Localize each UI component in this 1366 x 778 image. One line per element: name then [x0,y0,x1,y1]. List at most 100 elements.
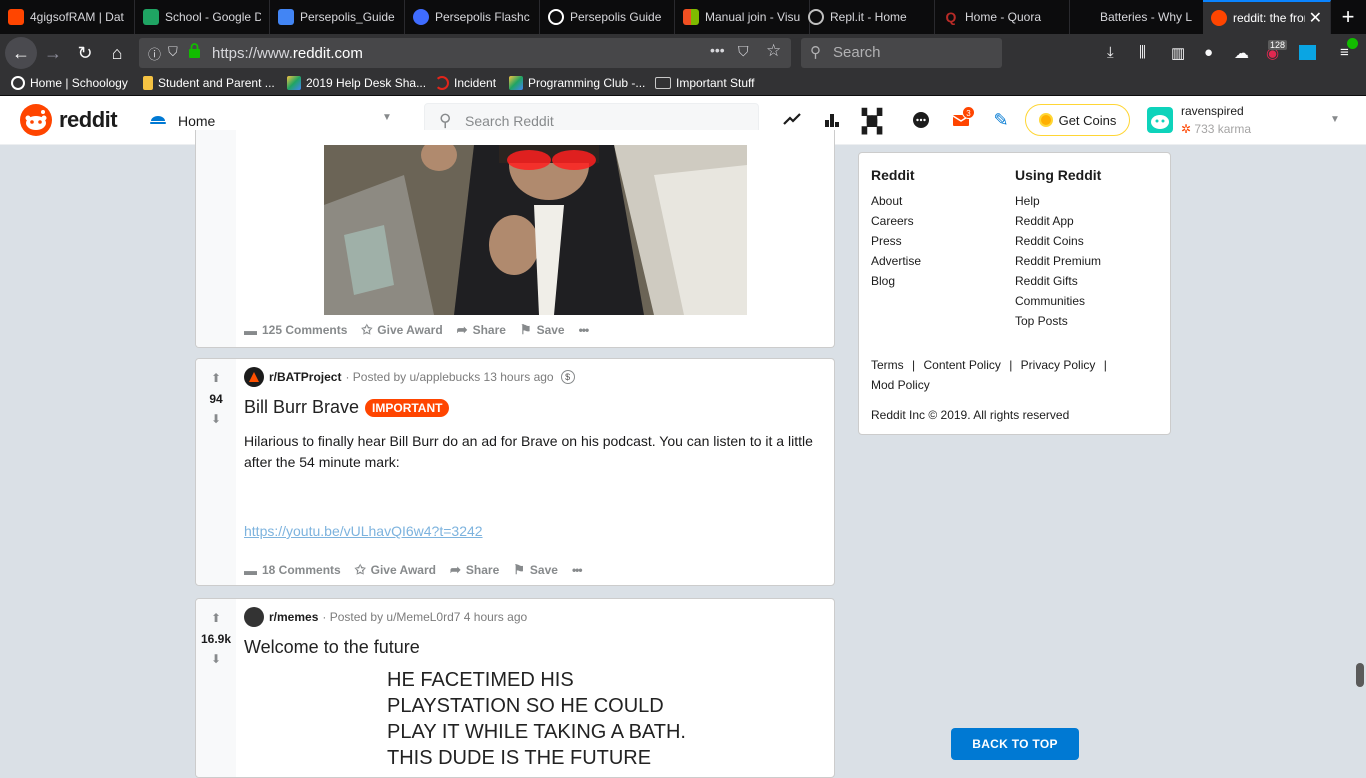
back-to-top-button[interactable]: BACK TO TOP [951,728,1079,760]
subreddit-link[interactable]: r/BATProject [269,370,341,384]
footer-link-terms[interactable]: Terms [871,358,904,372]
pocket-icon[interactable]: ⛉ [738,43,749,60]
bookmark-folder[interactable]: Important Stuff [655,76,755,90]
browser-tab[interactable]: Persepolis Guide [540,0,675,34]
library-icon[interactable]: ⫼ [1139,44,1146,61]
upvote-arrow-icon[interactable]: ⬆ [209,371,223,385]
footer-link-reddit-app[interactable]: Reddit App [1015,214,1074,228]
download-icon[interactable]: ⤓ [1107,44,1114,61]
post-card[interactable]: ▬ 125 Comments ✩ Give Award ➦ Share ⚑ Save •… [195,130,835,348]
browser-tab[interactable]: Batteries - Why L [1070,0,1205,34]
browser-tab[interactable]: Persepolis Flashc [405,0,540,34]
footer-link-content-policy[interactable]: Content Policy [923,358,1000,372]
browser-tab[interactable]: School - Google D [135,0,270,34]
leaderboard-icon[interactable] [821,110,843,132]
give-award-button[interactable]: ✩ Give Award [361,322,442,338]
downvote-arrow-icon[interactable]: ⬇ [209,412,223,426]
bookmark-favicon-icon [143,76,153,90]
post-title[interactable]: Welcome to the future [244,637,420,658]
post-title[interactable]: Bill Burr Brave IMPORTANT [244,397,450,418]
page-actions-icon[interactable]: ••• [710,42,725,58]
post-card[interactable]: ⬆ 94 ⬇ r/BATProject · Posted by u/appleb… [195,358,835,586]
upvote-arrow-icon[interactable]: ⬆ [209,611,223,625]
footer-link-reddit-coins[interactable]: Reddit Coins [1015,234,1084,248]
tab-title: reddit: the front [1233,11,1305,25]
karma-icon: ✲ [1181,122,1192,136]
browser-tab[interactable]: Manual join - Visu [675,0,810,34]
tab-favicon-icon [548,9,564,25]
reddit-logo[interactable]: reddit [20,104,118,136]
extension-2-icon[interactable] [1299,45,1316,60]
bookmarks-toolbar: Home | Schoology Student and Parent ... … [0,72,1366,96]
bookmark-item[interactable]: Home | Schoology [11,76,128,90]
extension-icon[interactable]: ☁ [1234,44,1249,62]
post-title-text: Bill Burr Brave [244,397,360,417]
chat-icon[interactable] [910,110,932,132]
footer-link-help[interactable]: Help [1015,194,1040,208]
give-award-button[interactable]: ✩ Give Award [355,562,436,578]
footer-link-communities[interactable]: Communities [1015,294,1085,308]
trending-icon[interactable] [781,110,803,132]
reload-button[interactable]: ↻ [70,38,100,68]
scrollbar-thumb[interactable] [1356,663,1364,687]
get-coins-button[interactable]: Get Coins [1025,104,1130,136]
comments-button[interactable]: ▬ 125 Comments [244,323,347,338]
folder-icon [655,77,671,89]
address-bar[interactable]: ⓘ ⛉ https://www.reddit.com ••• ⛉ ☆ [139,38,791,68]
account-icon[interactable]: ● [1204,44,1213,61]
bookmark-item[interactable]: Student and Parent ... [143,76,275,90]
more-options-button[interactable]: ••• [572,563,583,577]
url-text: https://www.reddit.com [212,45,363,62]
browser-nav-bar: ← → ↻ ⌂ ⓘ ⛉ https://www.reddit.com ••• ⛉… [0,34,1366,72]
post-link[interactable]: https://youtu.be/vULhavQI6w4?t=3242 [244,523,483,539]
browser-tab[interactable]: Repl.it - Home [800,0,935,34]
footer-link-press[interactable]: Press [871,234,902,248]
browser-tab[interactable]: Q Home - Quora [935,0,1070,34]
new-tab-button[interactable]: + [1336,4,1360,30]
more-options-button[interactable]: ••• [579,323,590,337]
tab-favicon-icon [683,9,699,25]
share-button[interactable]: ➦ Share [450,562,499,578]
vote-column: ⬆ 94 ⬇ [196,359,236,585]
footer-link-reddit-gifts[interactable]: Reddit Gifts [1015,274,1078,288]
footer-link-careers[interactable]: Careers [871,214,914,228]
shield-icon[interactable]: ⛉ [168,44,178,60]
footer-link-privacy-policy[interactable]: Privacy Policy [1021,358,1096,372]
browser-tab-active[interactable]: reddit: the front ✕ [1203,0,1331,34]
post-image[interactable] [324,145,747,315]
browser-tab[interactable]: Persepolis_Guide [270,0,405,34]
info-icon[interactable]: ⓘ [148,44,161,63]
subreddit-link[interactable]: r/memes [269,610,318,624]
sidebar-icon[interactable]: ▥ [1171,44,1185,62]
feed-selector-dropdown[interactable]: Home ▼ [148,111,392,131]
forward-button[interactable]: → [38,38,68,68]
footer-link-top-posts[interactable]: Top Posts [1015,314,1068,328]
share-button[interactable]: ➦ Share [457,322,506,338]
save-button[interactable]: ⚑ Save [513,562,558,578]
original-content-icon[interactable]: ▚▞ ▞▚ [861,109,883,133]
create-post-icon[interactable]: ✎ [990,110,1012,132]
home-icon [148,111,168,131]
footer-link-advertise[interactable]: Advertise [871,254,921,268]
bookmark-item[interactable]: Programming Club -... [509,76,645,90]
bookmark-item[interactable]: Incident [435,76,496,90]
close-tab-icon[interactable]: ✕ [1309,8,1322,28]
back-button[interactable]: ← [5,37,37,69]
footer-link-mod-policy[interactable]: Mod Policy [871,378,930,392]
downvote-arrow-icon[interactable]: ⬇ [209,652,223,666]
post-card[interactable]: ⬆ 16.9k ⬇ r/memes · Posted by u/MemeL0rd… [195,598,835,778]
bookmark-star-icon[interactable]: ☆ [766,41,781,61]
footer-link-reddit-premium[interactable]: Reddit Premium [1015,254,1101,268]
comment-icon: ▬ [244,562,257,578]
bookmark-item[interactable]: 2019 Help Desk Sha... [287,76,426,90]
browser-search-input[interactable]: ⚲ Search [801,38,1002,68]
home-button[interactable]: ⌂ [102,38,132,68]
footer-link-about[interactable]: About [871,194,902,208]
comments-button[interactable]: ▬ 18 Comments [244,563,341,578]
footer-link-blog[interactable]: Blog [871,274,895,288]
browser-tab[interactable]: 4gigsofRAM | Dat [0,0,135,34]
tab-title: 4gigsofRAM | Dat [30,10,124,24]
tab-favicon-icon [1211,10,1227,26]
meme-image[interactable]: HE FACETIMED HIS PLAYSTATION SO HE COULD… [387,667,686,771]
save-button[interactable]: ⚑ Save [520,322,565,338]
